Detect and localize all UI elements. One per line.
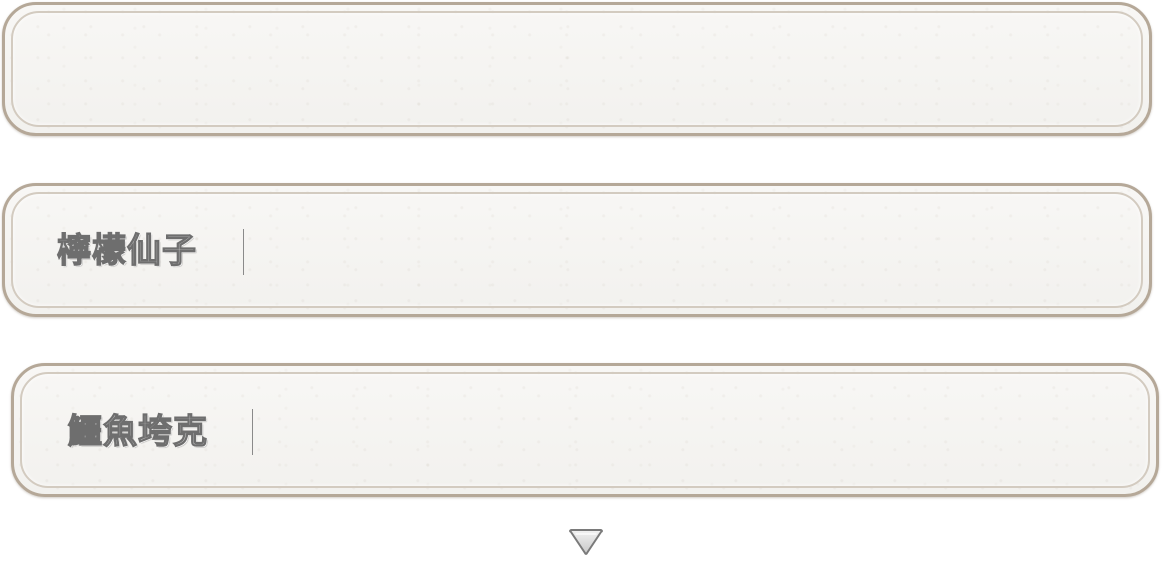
slot-name: 鱷魚垮克 — [67, 412, 208, 452]
save-slot-empty[interactable] — [2, 2, 1152, 136]
scroll-down-icon[interactable] — [567, 528, 605, 558]
save-slot-lemon-fairy[interactable]: 檸檬仙子 — [2, 183, 1152, 317]
slot-divider — [243, 229, 244, 275]
triangle-down-icon — [569, 529, 603, 555]
save-slot-crocodile[interactable]: 鱷魚垮克 — [11, 363, 1159, 497]
slot-name: 檸檬仙子 — [56, 231, 197, 271]
save-slot-list: 檸檬仙子 鱷魚垮克 — [0, 0, 1162, 562]
slot-divider — [252, 409, 253, 455]
